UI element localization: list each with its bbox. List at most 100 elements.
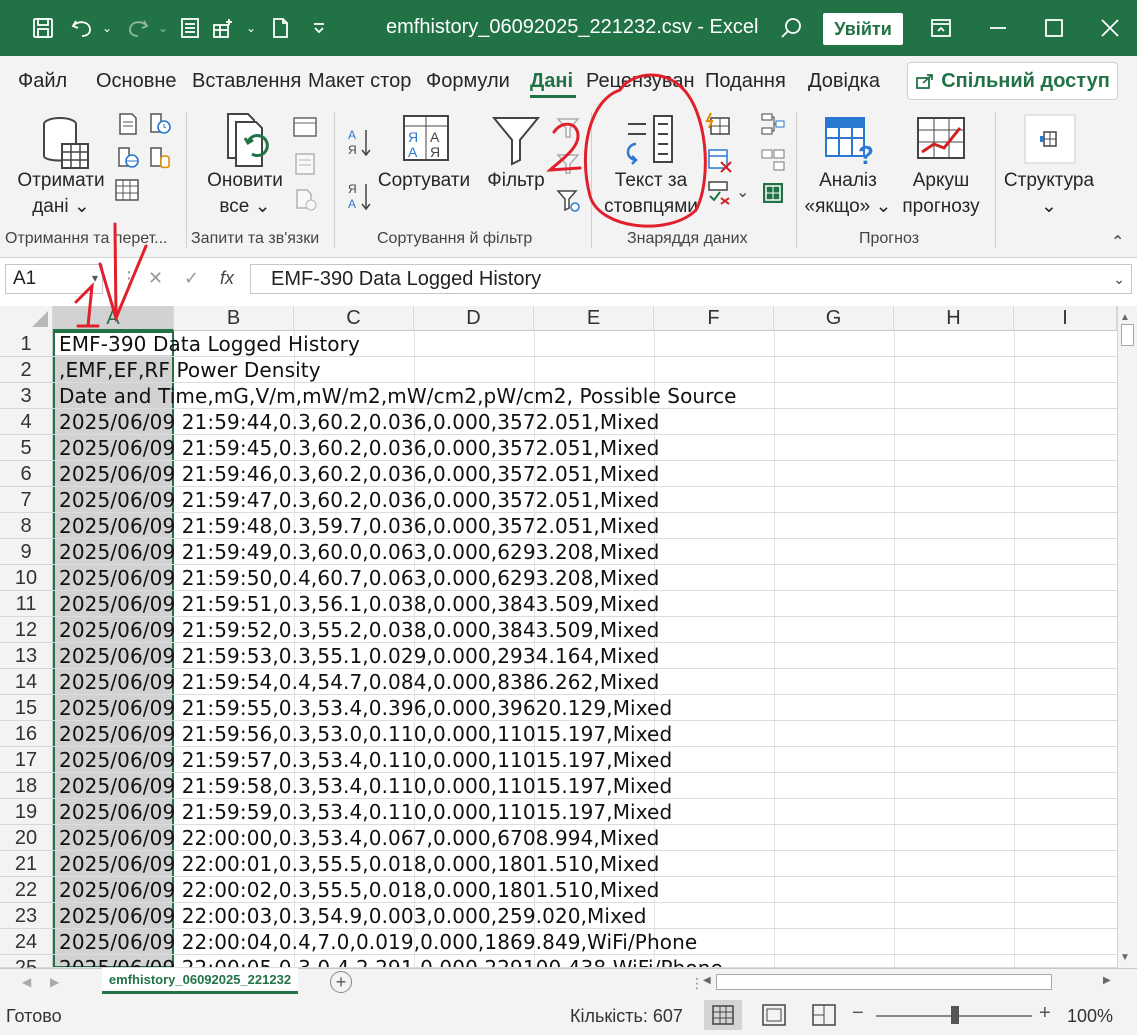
consolidate-icon[interactable] [760,112,786,143]
scroll-down-icon[interactable]: ▼ [1120,952,1130,963]
filter-icon[interactable] [491,114,541,171]
macro-dropdown-icon[interactable]: ⌄ [242,12,260,44]
cell-a-text[interactable]: 2025/06/09 21:59:59,0.3,53.4,0.110,0.000… [59,799,672,825]
column-header-h[interactable]: H [894,306,1014,331]
cell-a-text[interactable]: 2025/06/09 22:00:03,0.3,54.9,0.003,0.000… [59,903,647,929]
cell-a-text[interactable]: 2025/06/09 21:59:45,0.3,60.2,0.036,0.000… [59,435,659,461]
data-model-icon[interactable] [760,180,786,211]
cell-a-text[interactable]: 2025/06/09 21:59:47,0.3,60.2,0.036,0.000… [59,487,659,513]
horizontal-scroll-thumb[interactable] [716,974,1052,990]
row-header[interactable]: 23 [0,903,53,929]
cell-a-text[interactable]: 2025/06/09 22:00:05,0.3,0.4,2.291,0.000,… [59,955,723,967]
tab-data[interactable]: Дані [530,70,578,93]
cell-a-text[interactable]: 2025/06/09 21:59:52,0.3,55.2,0.038,0.000… [59,617,659,643]
cell-a-text[interactable]: 2025/06/09 21:59:44,0.3,60.2,0.036,0.000… [59,409,659,435]
next-sheet-icon[interactable]: ▶ [50,975,59,989]
row-header[interactable]: 3 [0,383,53,409]
minimize-icon[interactable] [978,10,1018,46]
advanced-filter-icon[interactable] [556,188,582,219]
row-header[interactable]: 6 [0,461,53,487]
tab-review[interactable]: Рецензуван [586,70,694,93]
column-header-e[interactable]: E [534,306,654,331]
row-header[interactable]: 15 [0,695,53,721]
remove-duplicates-icon[interactable] [707,148,733,179]
row-header[interactable]: 5 [0,435,53,461]
row-header[interactable]: 14 [0,669,53,695]
row-header[interactable]: 24 [0,929,53,955]
sort-az-icon[interactable]: AЯ [346,126,374,165]
row-header[interactable]: 19 [0,799,53,825]
row-header[interactable]: 18 [0,773,53,799]
text-to-columns-button[interactable]: Текст за стовпцями [596,168,706,220]
formula-input[interactable]: EMF-390 Data Logged History ⌄ [250,264,1132,294]
undo-dropdown-icon[interactable]: ⌄ [98,12,116,44]
cell-a-text[interactable]: 2025/06/09 21:59:49,0.3,60.0,0.063,0.000… [59,539,659,565]
what-if-analysis-icon[interactable]: ? [824,116,876,171]
search-icon[interactable] [774,12,808,44]
collapse-ribbon-icon[interactable]: ⌃ [1111,232,1124,252]
relationships-icon[interactable] [760,148,786,179]
cell-a-text[interactable]: 2025/06/09 21:59:48,0.3,59.7,0.036,0.000… [59,513,659,539]
maximize-icon[interactable] [1034,10,1074,46]
cell-a-text[interactable]: 2025/06/09 22:00:00,0.3,53.4,0.067,0.000… [59,825,659,851]
text-to-columns-icon[interactable] [622,114,676,171]
sign-in-button[interactable]: Увійти [823,13,903,45]
normal-view-icon[interactable] [704,1000,742,1030]
tab-page-layout[interactable]: Макет стор [308,70,414,93]
page-break-view-icon[interactable] [812,1004,836,1031]
name-box[interactable]: A1 ▾ [5,264,103,294]
share-button[interactable]: Спільний доступ [907,62,1118,100]
cell-a-text[interactable]: 2025/06/09 22:00:01,0.3,55.5,0.018,0.000… [59,851,659,877]
row-header[interactable]: 7 [0,487,53,513]
insert-function-icon[interactable]: fx [220,268,234,289]
column-header-f[interactable]: F [654,306,774,331]
flash-fill-icon[interactable] [705,112,731,143]
undo-icon[interactable] [66,12,98,44]
row-header[interactable]: 21 [0,851,53,877]
recent-sources-icon[interactable] [148,112,172,141]
from-table-icon[interactable] [114,178,140,207]
tab-insert[interactable]: Вставлення [192,70,300,93]
cell-a-text[interactable]: 2025/06/09 22:00:04,0.4,7.0,0.019,0.000,… [59,929,697,955]
cell-a-text[interactable]: 2025/06/09 21:59:57,0.3,53.4,0.110,0.000… [59,747,672,773]
row-header[interactable]: 9 [0,539,53,565]
row-header[interactable]: 11 [0,591,53,617]
row-header[interactable]: 1 [0,331,53,357]
cell-a-text[interactable]: 2025/06/09 21:59:51,0.3,56.1,0.038,0.000… [59,591,659,617]
name-box-dropdown-icon[interactable]: ▾ [92,271,98,285]
refresh-all-button[interactable]: Оновити все ⌄ [196,168,294,220]
from-web-icon[interactable] [116,146,140,175]
row-header[interactable]: 10 [0,565,53,591]
cell-a-text[interactable]: 2025/06/09 22:00:02,0.3,55.5,0.018,0.000… [59,877,659,903]
get-data-button[interactable]: Отримати дані ⌄ [10,168,112,220]
row-header[interactable]: 20 [0,825,53,851]
row-header[interactable]: 8 [0,513,53,539]
row-header[interactable]: 4 [0,409,53,435]
cell-a-text[interactable]: 2025/06/09 21:59:53,0.3,55.1,0.029,0.000… [59,643,659,669]
existing-connections-icon[interactable] [148,146,172,175]
scroll-right-icon[interactable]: ▶ [1103,975,1111,986]
scroll-up-icon[interactable]: ▲ [1120,312,1130,323]
page-layout-view-icon[interactable] [762,1004,786,1031]
row-header[interactable]: 22 [0,877,53,903]
row-header[interactable]: 12 [0,617,53,643]
customize-quick-access-icon[interactable] [306,12,332,44]
cell-a-text[interactable]: EMF-390 Data Logged History [59,331,360,357]
sort-button[interactable]: Сортувати [376,168,472,194]
outline-icon[interactable] [1024,114,1076,169]
forecast-sheet-icon[interactable] [916,116,968,167]
form-icon[interactable] [176,12,204,44]
cell-a-text[interactable]: 2025/06/09 21:59:46,0.3,60.2,0.036,0.000… [59,461,659,487]
tab-home[interactable]: Основне [96,70,182,93]
queries-connections-icon[interactable] [292,116,318,143]
tab-file[interactable]: Файл [18,70,70,93]
sort-icon[interactable]: ЯAAЯ [402,114,450,167]
forecast-sheet-button[interactable]: Аркуш прогнозу [894,168,988,220]
tab-help[interactable]: Довідка [808,70,888,93]
row-header[interactable]: 25 [0,955,53,979]
row-header[interactable]: 16 [0,721,53,747]
select-all-corner[interactable] [0,306,53,331]
cell-a-text[interactable]: 2025/06/09 21:59:54,0.4,54.7,0.084,0.000… [59,669,659,695]
cell-a-text[interactable]: ,EMF,EF,RF Power Density [59,357,321,383]
cell-a-text[interactable]: 2025/06/09 21:59:58,0.3,53.4,0.110,0.000… [59,773,672,799]
